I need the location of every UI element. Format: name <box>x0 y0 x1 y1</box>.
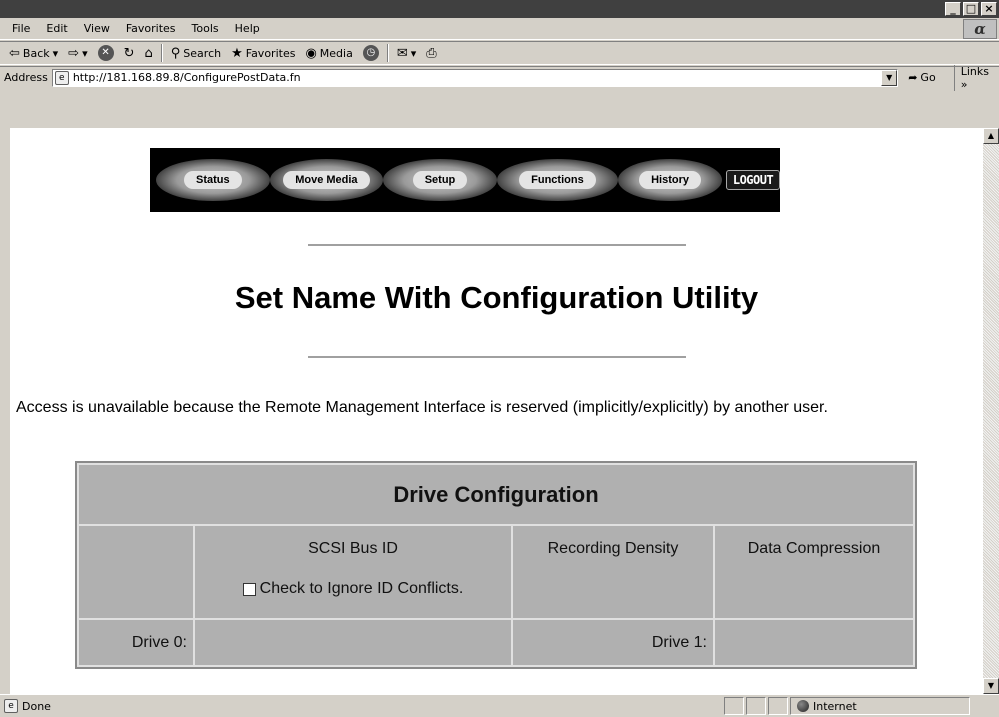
nav-history-button[interactable]: History <box>618 159 723 201</box>
favorites-icon: ★ <box>231 45 243 61</box>
nav-history-label: History <box>639 171 702 189</box>
status-cell <box>724 697 744 715</box>
media-icon: ◉ <box>305 45 317 61</box>
back-arrow-icon: ⇦ <box>9 45 20 61</box>
url-input[interactable] <box>72 71 873 84</box>
status-bar: e Done Internet <box>0 694 999 717</box>
mail-icon: ✉ <box>396 45 408 61</box>
home-icon: ⌂ <box>144 45 153 61</box>
drive-1-label: Drive 1: <box>511 618 715 667</box>
vertical-scrollbar[interactable]: ▲ ▼ <box>983 128 999 694</box>
media-button[interactable]: ◉ Media <box>300 46 357 61</box>
stop-icon: ✕ <box>97 45 114 61</box>
nav-banner: Status Move Media Setup Functions Histor… <box>150 148 781 212</box>
nav-status-label: Status <box>183 171 242 189</box>
menu-bar: File Edit View Favorites Tools Help α <box>0 18 999 40</box>
column-header-compression: Data Compression <box>713 524 915 621</box>
search-icon: ⚲ <box>170 45 181 61</box>
checkbox-box[interactable] <box>242 582 256 596</box>
access-message: Access is unavailable because the Remote… <box>16 399 828 416</box>
page-viewport: Status Move Media Setup Functions Histor… <box>10 128 983 694</box>
address-dropdown-icon[interactable]: ▼ <box>881 69 898 86</box>
nav-setup-button[interactable]: Setup <box>383 159 497 201</box>
nav-move-media-label: Move Media <box>283 171 370 189</box>
menu-edit[interactable]: Edit <box>38 22 75 35</box>
address-field[interactable]: e ▼ <box>51 68 899 87</box>
print-icon: ⎙ <box>426 45 437 61</box>
window-titlebar: _ □ × <box>0 0 999 18</box>
column-header-empty <box>77 524 195 621</box>
scsi-bus-id-label: SCSI Bus ID <box>308 540 398 558</box>
maximize-button[interactable]: □ <box>963 2 979 16</box>
menu-tools[interactable]: Tools <box>184 22 227 35</box>
zone-label: Internet <box>813 699 857 713</box>
drive-config-title: Drive Configuration <box>77 462 915 527</box>
drive-config-table: Drive Configuration SCSI Bus ID Check to… <box>75 461 917 669</box>
status-page-icon: e <box>4 699 18 713</box>
divider-top <box>308 244 686 246</box>
status-left: e Done <box>0 699 722 713</box>
drive-0-value <box>193 618 513 667</box>
drive-1-value <box>713 618 915 667</box>
scroll-up-icon[interactable]: ▲ <box>983 128 999 144</box>
close-button[interactable]: × <box>981 2 997 16</box>
back-dropdown-icon: ▾ <box>52 46 59 60</box>
print-button[interactable]: ⎙ <box>421 46 441 61</box>
status-cell <box>746 697 766 715</box>
nav-setup-label: Setup <box>412 171 468 189</box>
status-text: Done <box>22 699 51 713</box>
refresh-button[interactable]: ↻ <box>119 46 140 61</box>
nav-status-button[interactable]: Status <box>156 159 270 201</box>
column-header-scsi: SCSI Bus ID Check to Ignore ID Conflicts… <box>193 524 513 621</box>
go-arrow-icon: ➦ <box>908 71 918 84</box>
stop-button[interactable]: ✕ <box>93 45 119 61</box>
ignore-conflicts-label: Check to Ignore ID Conflicts. <box>259 580 464 598</box>
nav-functions-button[interactable]: Functions <box>496 159 619 201</box>
toolbar-separator <box>160 44 163 62</box>
toolbar-separator <box>386 44 389 62</box>
favorites-button[interactable]: ★ Favorites <box>226 46 300 61</box>
minimize-button[interactable]: _ <box>945 2 961 16</box>
menu-view[interactable]: View <box>76 22 118 35</box>
drive-0-label: Drive 0: <box>77 618 195 667</box>
column-header-density: Recording Density <box>511 524 715 621</box>
globe-icon <box>797 700 809 712</box>
mail-button[interactable]: ✉ ▾ <box>392 46 421 61</box>
browser-toolbar: ⇦ Back ▾ ⇨ ▾ ✕ ↻ ⌂ ⚲ Search ★ Favorites … <box>0 41 999 65</box>
search-button[interactable]: ⚲ Search <box>166 46 226 61</box>
status-cell <box>768 697 788 715</box>
forward-arrow-icon: ⇨ <box>68 45 80 61</box>
back-label: Back <box>22 46 50 60</box>
page-icon: e <box>54 70 69 85</box>
history-button[interactable]: ◷ <box>358 45 384 61</box>
forward-button[interactable]: ⇨ ▾ <box>63 46 92 61</box>
back-button[interactable]: ⇦ Back ▾ <box>4 46 63 61</box>
media-label: Media <box>319 46 353 60</box>
links-button[interactable]: Links » <box>953 64 999 91</box>
menu-help[interactable]: Help <box>227 22 268 35</box>
mail-dropdown-icon: ▾ <box>410 46 417 60</box>
ignore-conflicts-checkbox[interactable]: Check to Ignore ID Conflicts. <box>242 580 464 598</box>
scroll-down-icon[interactable]: ▼ <box>983 678 999 694</box>
nav-move-media-button[interactable]: Move Media <box>269 159 384 201</box>
menu-file[interactable]: File <box>4 22 38 35</box>
go-label: Go <box>920 71 936 84</box>
nav-functions-label: Functions <box>519 171 596 189</box>
address-label: Address <box>4 71 48 84</box>
page-title: Set Name With Configuration Utility <box>234 280 759 315</box>
window-controls: _ □ × <box>945 2 997 16</box>
divider-bottom <box>308 356 686 358</box>
refresh-icon: ↻ <box>123 45 135 61</box>
browser-logo-icon: α <box>963 19 997 39</box>
search-label: Search <box>183 46 222 60</box>
menu-favorites[interactable]: Favorites <box>118 22 184 35</box>
security-zone: Internet <box>790 697 970 715</box>
address-bar: Address e ▼ ➦ Go Links » <box>0 64 999 91</box>
go-button[interactable]: ➦ Go <box>908 71 935 84</box>
logout-button[interactable]: LOGOUT <box>726 170 781 190</box>
favorites-label: Favorites <box>245 46 296 60</box>
history-icon: ◷ <box>362 45 379 61</box>
home-button[interactable]: ⌂ <box>140 46 158 61</box>
forward-dropdown-icon: ▾ <box>82 46 88 60</box>
